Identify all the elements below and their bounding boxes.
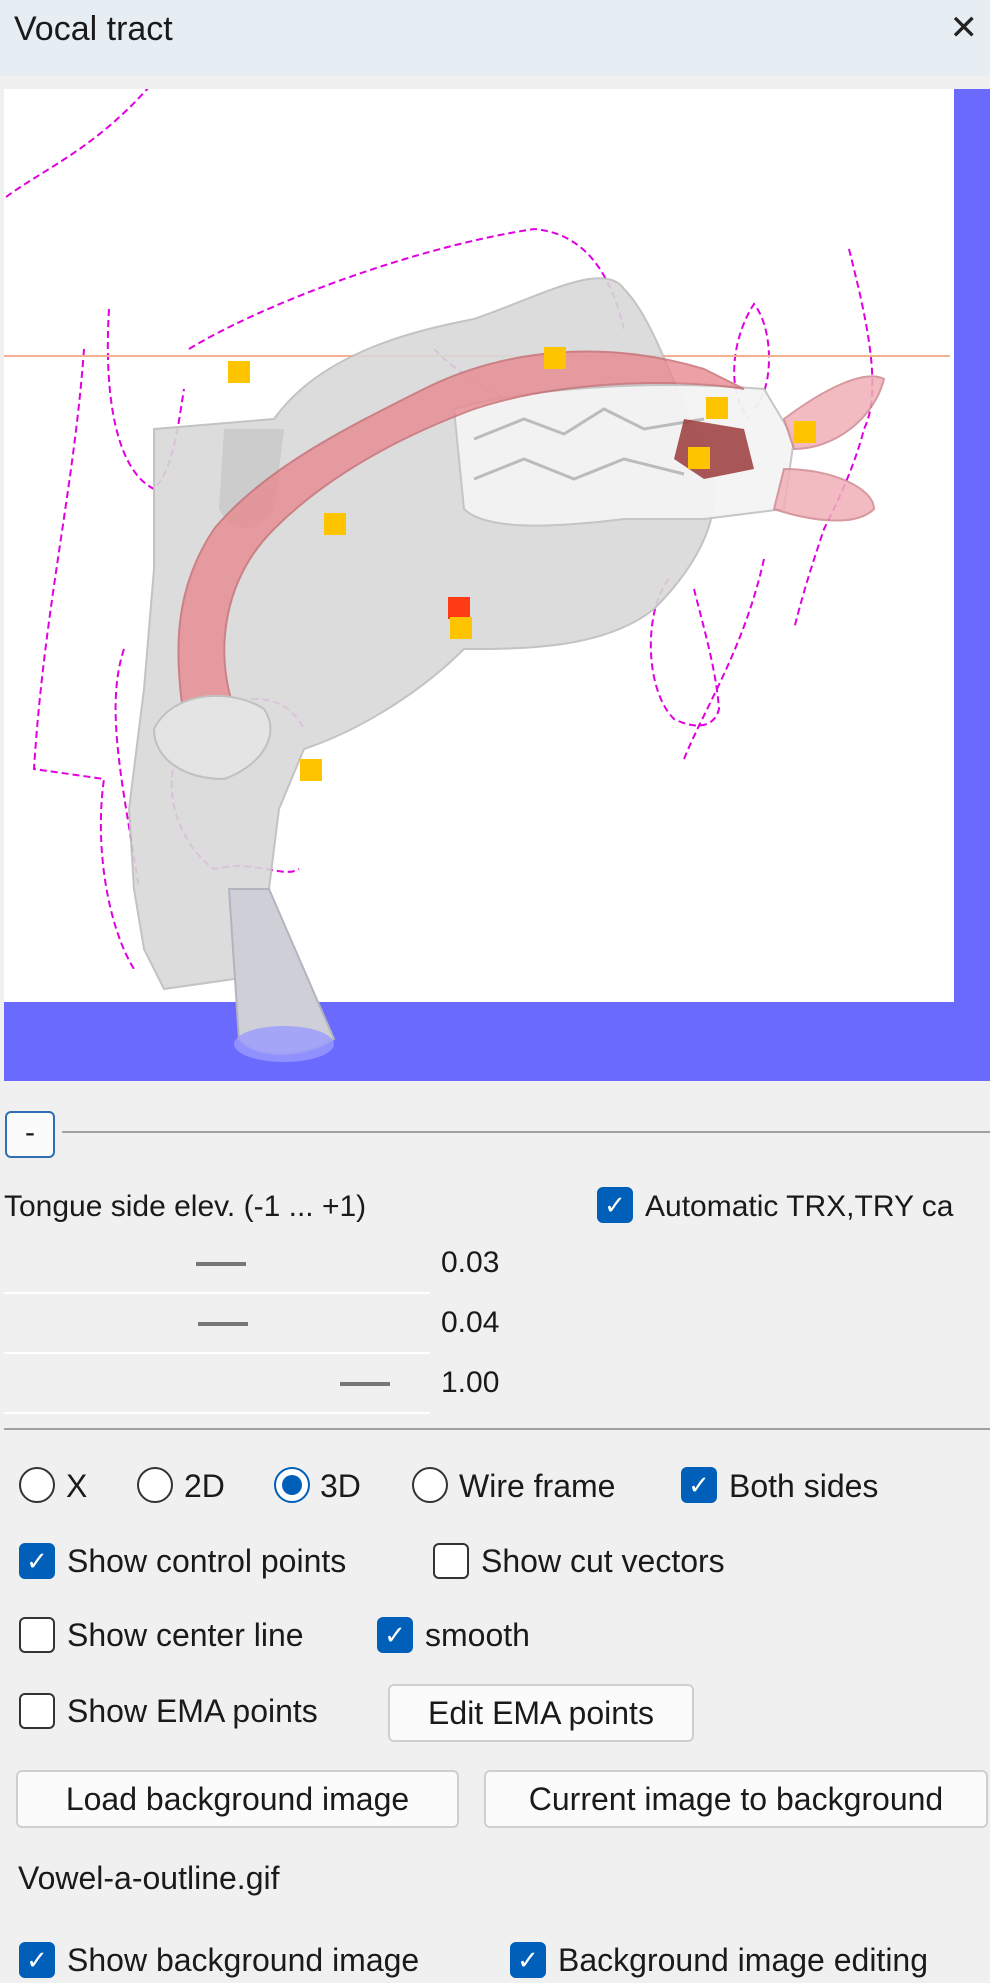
background-filename: Vowel-a-outline.gif [18,1860,280,1896]
slider-value: 0.03 [441,1246,500,1279]
smooth-label: smooth [425,1617,530,1653]
show-control-points-checkbox[interactable]: ✓ [19,1543,55,1579]
separator [62,1131,990,1133]
background-image-editing-label: Background image editing [558,1942,929,1978]
slider-value: 0.04 [441,1306,500,1339]
show-background-image-checkbox[interactable]: ✓ [19,1942,55,1978]
slider-thumb[interactable] [340,1382,390,1386]
title-bar: Vocal tract ✕ [0,0,990,76]
radio-3d-label: 3D [320,1468,361,1504]
vocal-tract-viewport[interactable] [4,89,990,1081]
radio-2d[interactable] [137,1467,173,1503]
show-cut-vectors-label: Show cut vectors [481,1543,725,1579]
separator [4,1428,990,1430]
slider-track [4,1412,430,1414]
slider-value: 1.00 [441,1366,500,1399]
slider-thumb[interactable] [197,1322,248,1326]
show-center-line-checkbox[interactable] [19,1617,55,1653]
radio-wire-frame-label: Wire frame [459,1468,616,1504]
radio-x-label: X [66,1468,88,1504]
window-title: Vocal tract [14,10,173,48]
close-icon[interactable]: ✕ [950,8,979,48]
show-ema-points-checkbox[interactable] [19,1693,55,1729]
auto-trx-checkbox[interactable]: ✓ [597,1187,633,1223]
both-sides-label: Both sides [729,1468,879,1504]
auto-trx-label: Automatic TRX,TRY ca [645,1190,954,1223]
both-sides-checkbox[interactable]: ✓ [681,1467,717,1503]
slider-track [4,1352,430,1354]
slider-thumb[interactable] [196,1262,247,1266]
show-background-image-label: Show background image [67,1942,420,1978]
radio-wire-frame[interactable] [412,1467,448,1503]
slider-row[interactable]: 0.04 [4,1296,499,1354]
vocal-tract-model [4,89,950,1062]
radio-3d[interactable] [274,1467,310,1503]
show-control-points-label: Show control points [67,1543,347,1579]
edit-ema-points-button[interactable]: Edit EMA points [388,1684,694,1742]
slider-row[interactable]: 0.03 [4,1236,499,1294]
show-center-line-label: Show center line [67,1617,304,1653]
load-background-image-button[interactable]: Load background image [16,1770,459,1828]
slider-track [4,1292,430,1294]
parameter-label: Tongue side elev. (-1 ... +1) [4,1190,367,1223]
radio-2d-label: 2D [184,1468,225,1504]
collapse-button[interactable]: - [5,1111,55,1158]
radio-x[interactable] [19,1467,55,1503]
slider-row[interactable]: 1.00 [4,1356,499,1414]
show-cut-vectors-checkbox[interactable] [433,1543,469,1579]
background-image-editing-checkbox[interactable]: ✓ [510,1942,546,1978]
current-image-to-background-button[interactable]: Current image to background [484,1770,988,1828]
show-ema-points-label: Show EMA points [67,1693,318,1729]
smooth-checkbox[interactable]: ✓ [377,1617,413,1653]
